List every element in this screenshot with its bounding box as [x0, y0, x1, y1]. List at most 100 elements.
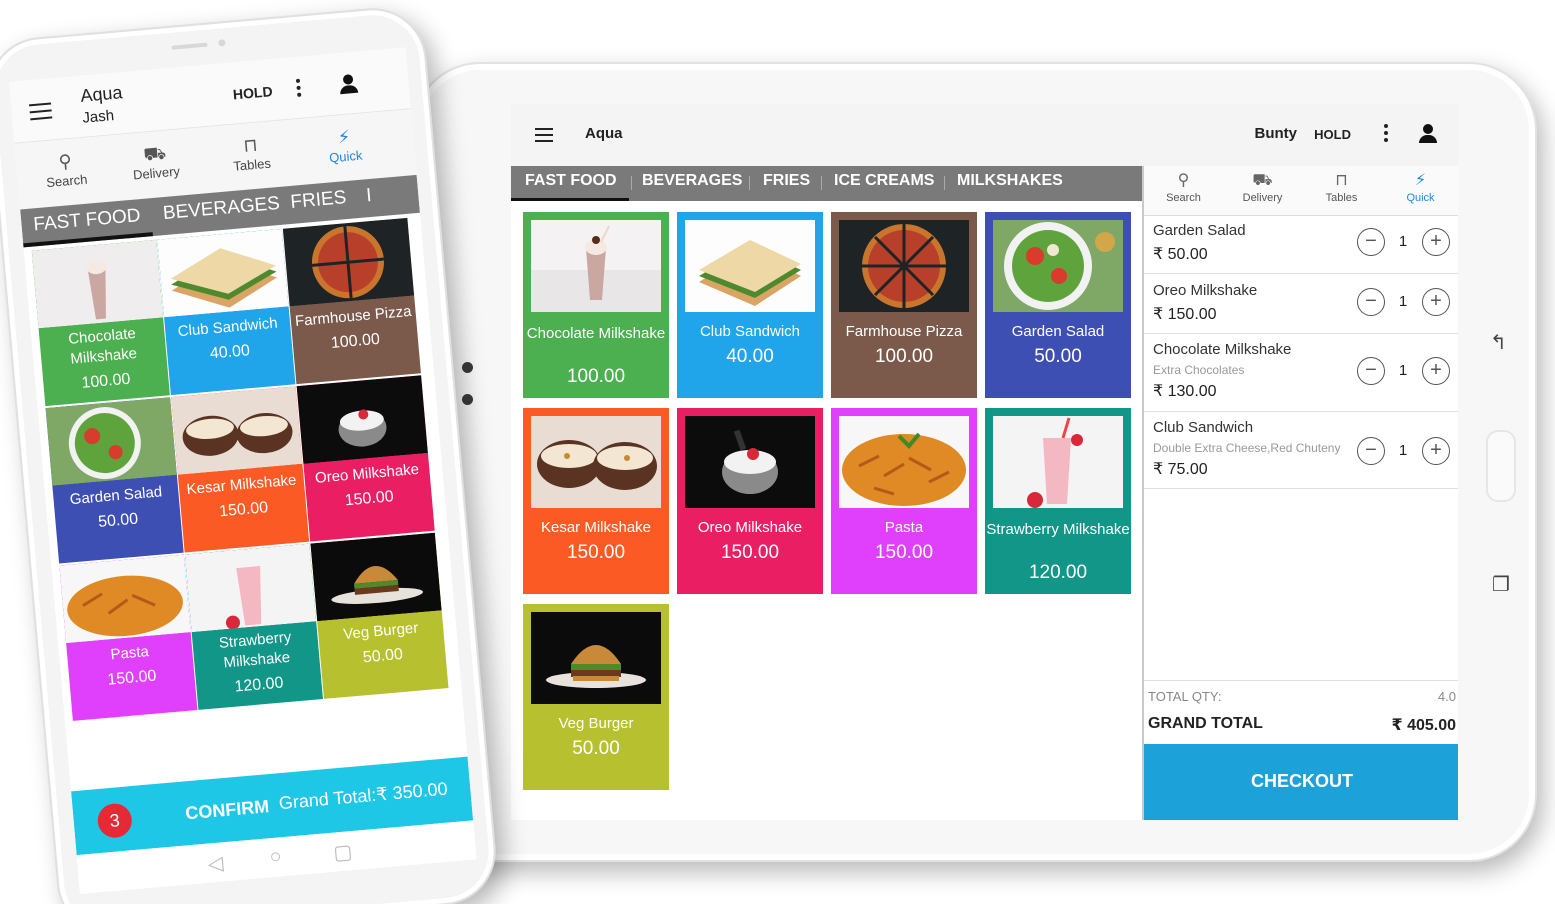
- cart-line-item[interactable]: Club Sandwich Double Extra Cheese,Red Ch…: [1144, 413, 1458, 489]
- tab-tables[interactable]: ⊓ Tables: [205, 129, 298, 176]
- tab-more-categories[interactable]: I: [365, 179, 374, 217]
- item-price: 150.00: [106, 667, 158, 689]
- more-options-icon[interactable]: [295, 78, 302, 97]
- hold-button[interactable]: HOLD: [232, 83, 273, 102]
- menu-item-farmhouse-pizza[interactable]: Farmhouse Pizza 100.00: [831, 212, 977, 398]
- tab-label: Delivery: [1242, 192, 1283, 204]
- menu-item-chocolate-milkshake[interactable]: Chocolate Milkshake 100.00: [31, 239, 170, 407]
- account-icon[interactable]: [1418, 124, 1438, 144]
- tablet-top-bar: Aqua Bunty HOLD: [511, 104, 1458, 166]
- cart-item-qty: 1: [1398, 293, 1408, 310]
- menu-item-oreo-milkshake[interactable]: Oreo Milkshake 150.00: [296, 375, 435, 542]
- tab-quick[interactable]: ⚡ Quick: [1381, 170, 1458, 204]
- menu-icon[interactable]: [29, 102, 53, 121]
- cart-line-item[interactable]: Chocolate Milkshake Extra Chocolates ₹ 1…: [1144, 335, 1458, 412]
- tab-fries[interactable]: FRIES: [289, 181, 348, 224]
- item-name: Veg Burger: [558, 715, 634, 732]
- menu-item-club-sandwich[interactable]: Club Sandwich 40.00: [677, 212, 823, 398]
- decrease-qty-button[interactable]: −: [1357, 288, 1385, 316]
- category-divider: [944, 176, 945, 190]
- item-name: Club Sandwich: [699, 323, 801, 340]
- tablet-home-button[interactable]: [1486, 430, 1516, 502]
- cart-item-price: ₹ 150.00: [1153, 306, 1217, 323]
- tab-label: Search: [45, 171, 88, 191]
- recents-nav-icon[interactable]: ▢: [332, 839, 354, 866]
- decrease-qty-button[interactable]: −: [1357, 228, 1385, 256]
- tab-milkshakes[interactable]: MILKSHAKES: [957, 166, 1063, 201]
- tab-search[interactable]: ⚲ Search: [19, 146, 112, 193]
- item-name: Veg Burger: [342, 619, 419, 643]
- item-name: Kesar Milkshake: [185, 471, 298, 499]
- oreo-milkshake-image: [296, 375, 428, 464]
- increase-qty-button[interactable]: +: [1422, 288, 1450, 316]
- tab-beverages[interactable]: BEVERAGES: [642, 166, 742, 201]
- increase-qty-button[interactable]: +: [1422, 357, 1450, 385]
- decrease-qty-button[interactable]: −: [1357, 437, 1385, 465]
- hold-button[interactable]: HOLD: [1314, 127, 1351, 142]
- menu-item-oreo-milkshake[interactable]: Oreo Milkshake 150.00: [677, 408, 823, 594]
- item-name: Chocolate Milkshake: [526, 325, 666, 342]
- mockup-stage: ↰ ❐ Aqua Bunty HOLD FAST FOOD BEVERAGES …: [0, 0, 1555, 904]
- burger-image: [531, 612, 661, 704]
- menu-item-chocolate-milkshake[interactable]: Chocolate Milkshake 100.00: [523, 212, 669, 398]
- tab-fast-food[interactable]: FAST FOOD: [525, 166, 617, 201]
- cart-item-modifier: Extra Chocolates: [1153, 363, 1245, 377]
- tab-delivery[interactable]: ⛟ Delivery: [109, 138, 202, 185]
- back-nav-icon[interactable]: ↰: [1490, 330, 1507, 355]
- grand-total-label: GRAND TOTAL: [1148, 715, 1263, 732]
- phone-device: Aqua Jash HOLD ⚲ Search ⛟ Delivery ⊓ Tab…: [0, 3, 501, 904]
- menu-item-garden-salad[interactable]: Garden Salad 50.00: [45, 397, 184, 564]
- menu-item-kesar-milkshake[interactable]: Kesar Milkshake 150.00: [523, 408, 669, 594]
- decrease-qty-button[interactable]: −: [1357, 357, 1385, 385]
- item-price: 150.00: [874, 542, 934, 563]
- item-price: 150.00: [218, 499, 269, 521]
- tab-delivery[interactable]: ⛟ Delivery: [1223, 170, 1302, 204]
- menu-item-garden-salad[interactable]: Garden Salad 50.00: [985, 212, 1131, 398]
- tables-icon: ⊓: [1335, 172, 1348, 189]
- tablet-screen: Aqua Bunty HOLD FAST FOOD BEVERAGES FRIE…: [511, 104, 1458, 820]
- phone-screen: Aqua Jash HOLD ⚲ Search ⛟ Delivery ⊓ Tab…: [8, 47, 477, 894]
- tab-ice-creams[interactable]: ICE CREAMS: [834, 166, 934, 201]
- item-price: 100.00: [80, 370, 132, 392]
- menu-item-pasta[interactable]: Pasta 150.00: [59, 554, 198, 721]
- tab-search[interactable]: ⚲ Search: [1144, 170, 1223, 204]
- cart-item-name: Garden Salad: [1153, 222, 1246, 239]
- checkout-button[interactable]: CHECKOUT: [1144, 744, 1458, 820]
- item-name: Strawberry Milkshake: [218, 628, 292, 672]
- increase-qty-button[interactable]: +: [1422, 228, 1450, 256]
- item-price: 40.00: [726, 346, 774, 367]
- more-options-icon[interactable]: [1384, 124, 1388, 142]
- menu-item-veg-burger[interactable]: Veg Burger 50.00: [310, 532, 449, 699]
- menu-item-farmhouse-pizza[interactable]: Farmhouse Pizza 100.00: [282, 217, 421, 385]
- oreo-milkshake-image: [685, 416, 815, 508]
- home-nav-icon[interactable]: ○: [269, 845, 283, 869]
- recents-nav-icon[interactable]: ❐: [1492, 572, 1510, 597]
- menu-icon[interactable]: [535, 128, 553, 142]
- menu-item-strawberry-milkshake[interactable]: Strawberry Milkshake 120.00: [184, 543, 323, 710]
- menu-item-club-sandwich[interactable]: Club Sandwich 40.00: [157, 228, 296, 396]
- menu-item-pasta[interactable]: Pasta 150.00: [831, 408, 977, 594]
- back-nav-icon[interactable]: ◁: [207, 850, 225, 876]
- cart-line-item[interactable]: Garden Salad ₹ 50.00 − 1 +: [1144, 218, 1458, 274]
- cart-item-name: Oreo Milkshake: [1153, 282, 1258, 299]
- item-price: 100.00: [874, 346, 934, 367]
- account-icon[interactable]: [338, 74, 360, 96]
- tab-fries[interactable]: FRIES: [763, 166, 810, 201]
- tab-quick[interactable]: ⚡ Quick: [298, 121, 391, 168]
- phone-speaker: [171, 42, 208, 50]
- menu-item-veg-burger[interactable]: Veg Burger 50.00: [523, 604, 669, 790]
- burger-image: [310, 532, 442, 622]
- order-cart-panel: ⚲ Search ⛟ Delivery ⊓ Tables ⚡ Quick Gar…: [1142, 166, 1458, 820]
- phone-camera: [218, 39, 226, 47]
- salad-image: [45, 397, 177, 486]
- tab-tables[interactable]: ⊓ Tables: [1302, 170, 1381, 204]
- menu-item-kesar-milkshake[interactable]: Kesar Milkshake 150.00: [171, 386, 310, 553]
- item-price: 100.00: [566, 366, 626, 387]
- cart-line-item[interactable]: Oreo Milkshake ₹ 150.00 − 1 +: [1144, 276, 1458, 334]
- menu-item-strawberry-milkshake[interactable]: Strawberry Milkshake 120.00: [985, 408, 1131, 594]
- increase-qty-button[interactable]: +: [1422, 437, 1450, 465]
- item-name: Chocolate Milkshake: [67, 324, 138, 368]
- total-qty-value: 4.0: [1437, 689, 1456, 704]
- cart-item-price: ₹ 130.00: [1153, 383, 1217, 400]
- cart-item-price: ₹ 75.00: [1153, 461, 1208, 478]
